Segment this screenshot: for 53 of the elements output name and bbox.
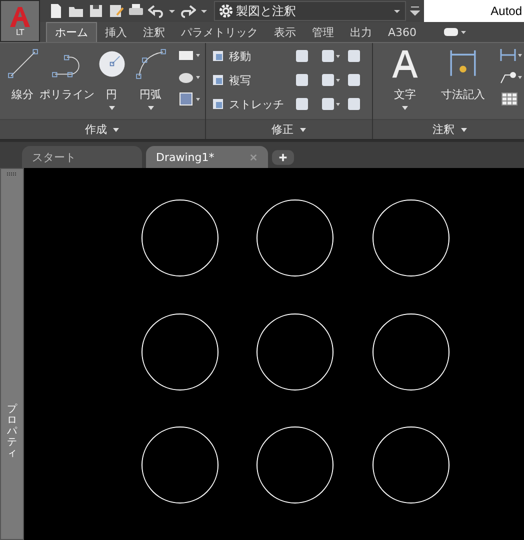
ribbon-tab[interactable]: 出力	[342, 22, 380, 42]
grip-icon	[6, 172, 18, 176]
modify-tool-button[interactable]: ストレッチ	[210, 95, 284, 113]
modify-tool-icon	[210, 72, 226, 88]
modify-tool-icon	[210, 96, 226, 112]
caret-icon	[112, 127, 120, 134]
draw-tool-button[interactable]: 円弧	[132, 47, 169, 120]
new-file-icon[interactable]	[48, 3, 64, 19]
caret-icon	[460, 127, 468, 134]
modify-tool-button[interactable]: 複写	[210, 71, 284, 89]
ribbon-tab[interactable]: 挿入	[97, 22, 135, 42]
draw-tool-icon	[6, 47, 40, 81]
annotation-tool-button[interactable]: 文字	[377, 47, 433, 120]
workspace-dropdown[interactable]: 製図と注釈	[214, 1, 406, 21]
caret-icon	[393, 7, 401, 15]
properties-palette[interactable]: プロパティ	[0, 168, 24, 540]
file-tab[interactable]: Drawing1*	[146, 146, 268, 168]
linear-dimension-icon[interactable]	[499, 47, 523, 63]
save-icon[interactable]	[88, 3, 104, 19]
caret-icon	[108, 105, 116, 111]
app-menu-button[interactable]: LT	[0, 0, 40, 42]
redo-icon[interactable]	[180, 3, 196, 19]
panel-title[interactable]: 作成	[0, 119, 205, 140]
ribbon-tab[interactable]: パラメトリック	[173, 22, 266, 42]
ribbon-tab[interactable]: 管理	[304, 22, 342, 42]
panel-toggle-icon[interactable]	[442, 27, 467, 37]
ribbon-tab[interactable]: 注釈	[135, 22, 173, 42]
ribbon-tab[interactable]: A360	[380, 22, 425, 42]
boundary-icon[interactable]	[177, 91, 201, 107]
undo-icon[interactable]	[148, 3, 164, 19]
save-as-icon[interactable]	[108, 3, 124, 19]
new-tab-icon[interactable]	[272, 150, 294, 165]
caret-icon[interactable]	[200, 7, 208, 15]
panel-title[interactable]: 修正	[206, 119, 372, 140]
draw-tool-icon	[134, 47, 168, 81]
draw-tool-button[interactable]: 線分	[4, 47, 41, 120]
window-title: Autod	[490, 4, 523, 18]
caret-icon	[146, 105, 154, 111]
file-tab[interactable]: スタート	[22, 146, 142, 168]
ribbon-tab[interactable]: 表示	[266, 22, 304, 42]
caret-icon	[401, 105, 409, 111]
modify-tool-icon	[210, 48, 226, 64]
customize-menu-icon[interactable]	[410, 5, 420, 17]
panel-title[interactable]: 注釈	[373, 119, 524, 140]
caret-icon	[298, 127, 306, 134]
annotation-tool-button[interactable]: 寸法記入	[435, 47, 491, 120]
modify-tool-button[interactable]: 移動	[210, 47, 284, 65]
letter-a-logo-icon	[8, 6, 32, 28]
leader-icon[interactable]	[499, 69, 523, 85]
caret-icon[interactable]	[168, 7, 176, 15]
gear-icon	[219, 4, 233, 18]
draw-tool-button[interactable]: 円	[93, 47, 130, 120]
ribbon-tab[interactable]: ホーム	[46, 22, 97, 42]
